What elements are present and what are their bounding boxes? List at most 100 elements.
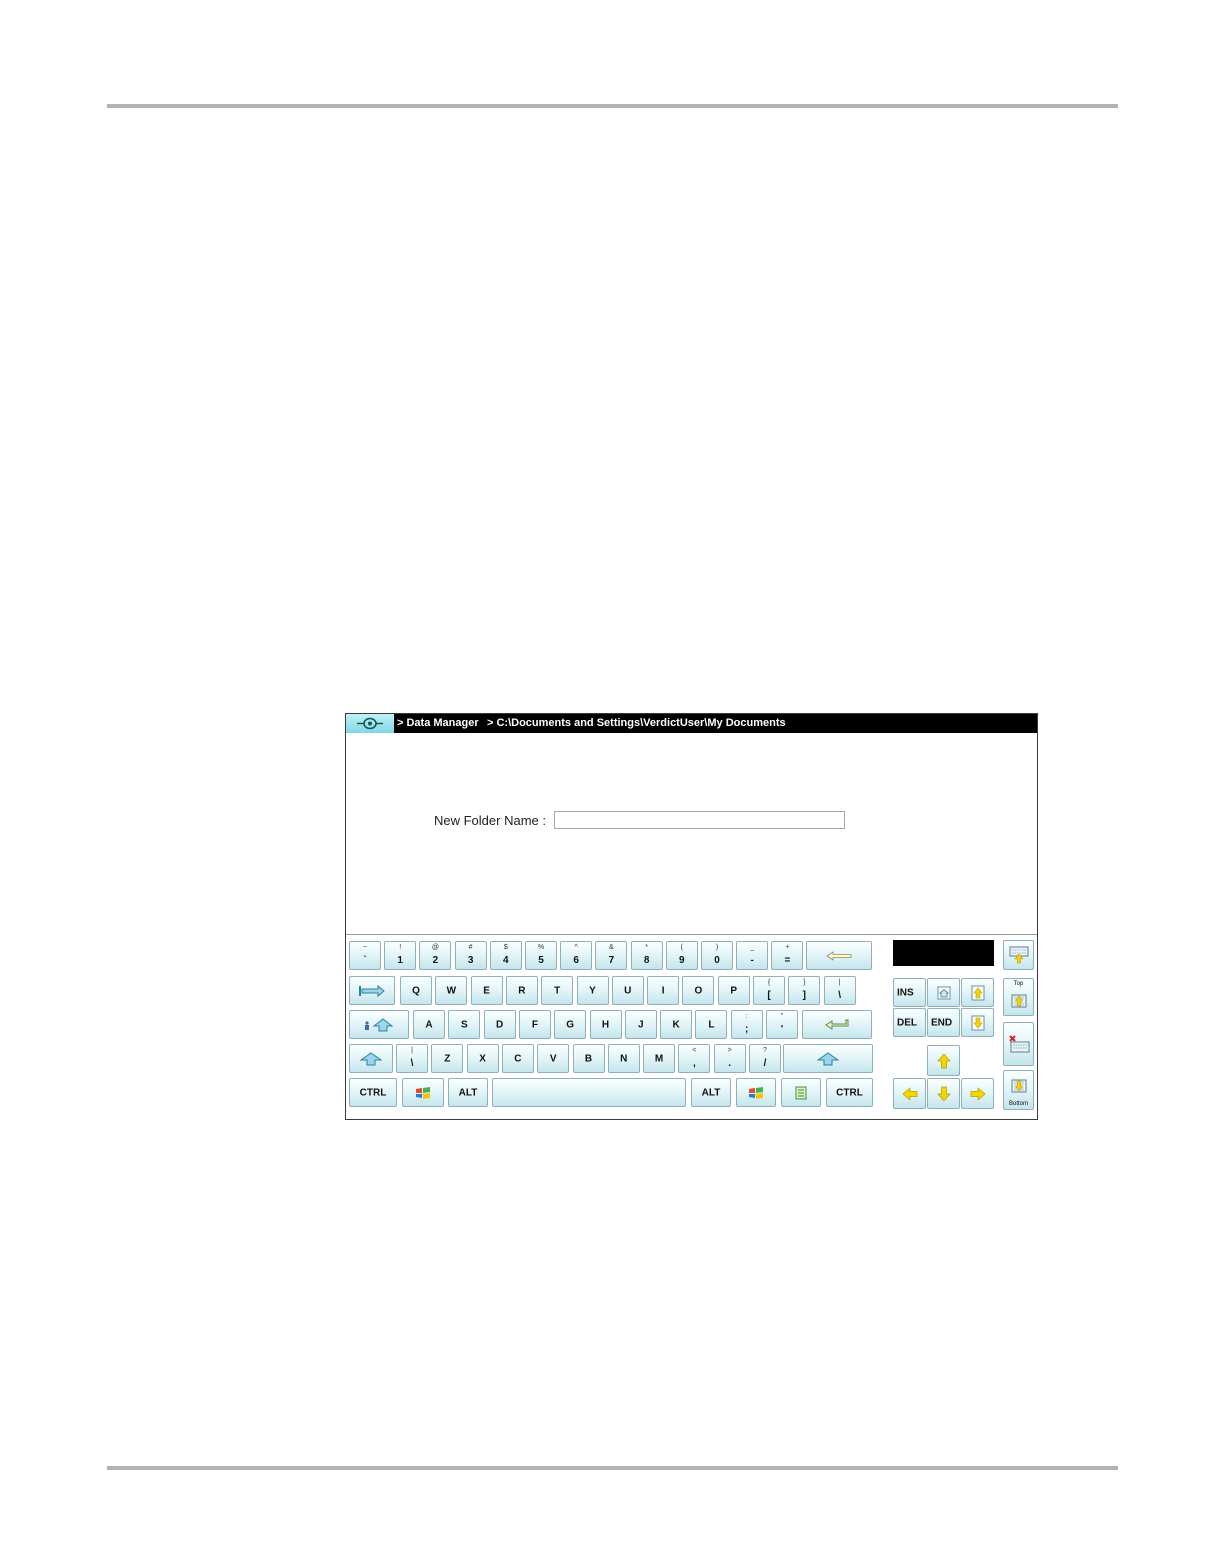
key-home[interactable] [927, 978, 960, 1007]
key-legend: 5 [538, 955, 544, 966]
key-semicolon[interactable]: :; [730, 1010, 763, 1039]
key-arrow-left[interactable] [893, 1078, 926, 1109]
key-shift-legend: @ [431, 944, 439, 951]
key-win-left[interactable] [402, 1078, 444, 1107]
home-logo-button[interactable] [346, 714, 394, 733]
key-legend: R [518, 985, 526, 996]
key-d[interactable]: D [483, 1010, 516, 1039]
key-shift-right[interactable] [783, 1044, 873, 1073]
key-minus[interactable]: _ - [736, 941, 769, 970]
key-capslock[interactable] [349, 1010, 409, 1039]
key-period[interactable]: >. [713, 1044, 746, 1073]
key-p[interactable]: P [717, 976, 750, 1005]
key-legend: ` [363, 955, 367, 966]
key-backslash[interactable]: | \ [823, 976, 856, 1005]
key-ctrl-right[interactable]: CTRL [826, 1078, 873, 1107]
logo-icon [357, 717, 383, 730]
key-page-up[interactable] [961, 978, 994, 1007]
key-6[interactable]: ^ 6 [560, 941, 593, 970]
key-insert[interactable]: INS [893, 978, 926, 1007]
key-h[interactable]: H [589, 1010, 622, 1039]
key-legend: 1 [397, 955, 403, 966]
key-rbracket[interactable]: }] [788, 976, 821, 1005]
bottom-label: Bottom [1008, 1101, 1028, 1107]
key-q[interactable]: Q [400, 976, 432, 1005]
key-tilde[interactable]: ~ ` [349, 941, 381, 970]
key-delete[interactable]: DEL [893, 1008, 926, 1037]
top-label: Top [1013, 981, 1024, 987]
key-menu[interactable] [781, 1078, 821, 1107]
key-3[interactable]: #3 [454, 941, 487, 970]
key-4[interactable]: $4 [489, 941, 522, 970]
key-t[interactable]: T [541, 976, 574, 1005]
key-r[interactable]: R [505, 976, 538, 1005]
key-2[interactable]: @2 [419, 941, 452, 970]
key-shift-left[interactable] [349, 1044, 393, 1073]
key-x[interactable]: X [466, 1044, 499, 1073]
key-7[interactable]: & 7 [595, 941, 628, 970]
key-lbracket[interactable]: {[ [753, 976, 785, 1005]
new-folder-name-input[interactable] [554, 811, 845, 829]
key-y[interactable]: Y [576, 976, 609, 1005]
keyboard-bottom-button[interactable]: Bottom [1003, 1070, 1034, 1110]
key-arrow-up[interactable] [927, 1045, 960, 1076]
key-z[interactable]: Z [431, 1044, 464, 1073]
key-legend: J [638, 1019, 644, 1030]
key-e[interactable]: E [470, 976, 503, 1005]
key-a[interactable]: A [413, 1010, 445, 1039]
key-l[interactable]: L [695, 1010, 728, 1039]
key-legend: N [620, 1053, 628, 1064]
key-f[interactable]: F [518, 1010, 551, 1039]
key-o[interactable]: O [682, 976, 715, 1005]
key-quote[interactable]: " ' [766, 1010, 798, 1039]
key-shift-legend: % [537, 944, 545, 951]
key-arrow-down[interactable] [927, 1078, 960, 1109]
key-space[interactable] [492, 1078, 686, 1107]
key-tab[interactable] [349, 976, 395, 1005]
key-legend: 9 [679, 955, 685, 966]
key-5[interactable]: % 5 [525, 941, 557, 970]
key-legend: = [784, 955, 791, 966]
key-backspace[interactable] [806, 941, 872, 970]
key-win-right[interactable] [736, 1078, 776, 1107]
key-intl-backslash[interactable]: | \ [396, 1044, 428, 1073]
key-b[interactable]: B [572, 1044, 605, 1073]
key-m[interactable]: M [643, 1044, 676, 1073]
key-arrow-right[interactable] [961, 1078, 994, 1109]
key-end[interactable]: END [927, 1008, 960, 1037]
key-ctrl-left[interactable]: CTRL [349, 1078, 397, 1107]
key-9[interactable]: (9 [665, 941, 698, 970]
breadcrumb-path[interactable]: > C:\Documents and Settings\VerdictUser\… [487, 717, 786, 729]
key-1[interactable]: ! 1 [384, 941, 417, 970]
key-i[interactable]: I [647, 976, 680, 1005]
key-c[interactable]: C [501, 1044, 534, 1073]
keyboard-top-button[interactable]: Top [1003, 978, 1034, 1016]
key-comma[interactable]: <, [678, 1044, 711, 1073]
key-shift-legend: ^ [574, 944, 578, 951]
key-g[interactable]: G [554, 1010, 587, 1039]
key-legend: A [425, 1019, 433, 1030]
key-equals[interactable]: + = [771, 941, 804, 970]
key-legend: ALT [458, 1087, 478, 1098]
key-slash[interactable]: ? / [749, 1044, 781, 1073]
key-k[interactable]: K [660, 1010, 693, 1039]
key-shift-legend: * [645, 944, 648, 951]
key-j[interactable]: J [624, 1010, 657, 1039]
key-0[interactable]: ) 0 [701, 941, 733, 970]
key-legend: 0 [714, 955, 720, 966]
key-page-down[interactable] [961, 1008, 994, 1037]
keyboard-move-button[interactable] [1003, 940, 1034, 970]
key-8[interactable]: * 8 [630, 941, 663, 970]
key-enter[interactable] [802, 1010, 872, 1039]
key-legend: / [763, 1058, 767, 1069]
key-w[interactable]: W [435, 976, 468, 1005]
breadcrumb-app[interactable]: > Data Manager [397, 717, 479, 729]
key-legend: K [672, 1019, 680, 1030]
key-n[interactable]: N [607, 1044, 640, 1073]
key-u[interactable]: U [611, 976, 644, 1005]
key-v[interactable]: V [537, 1044, 570, 1073]
key-alt-left[interactable]: ALT [448, 1078, 488, 1107]
keyboard-close-button[interactable] [1003, 1022, 1034, 1066]
key-s[interactable]: S [448, 1010, 481, 1039]
key-alt-right[interactable]: ALT [691, 1078, 731, 1107]
